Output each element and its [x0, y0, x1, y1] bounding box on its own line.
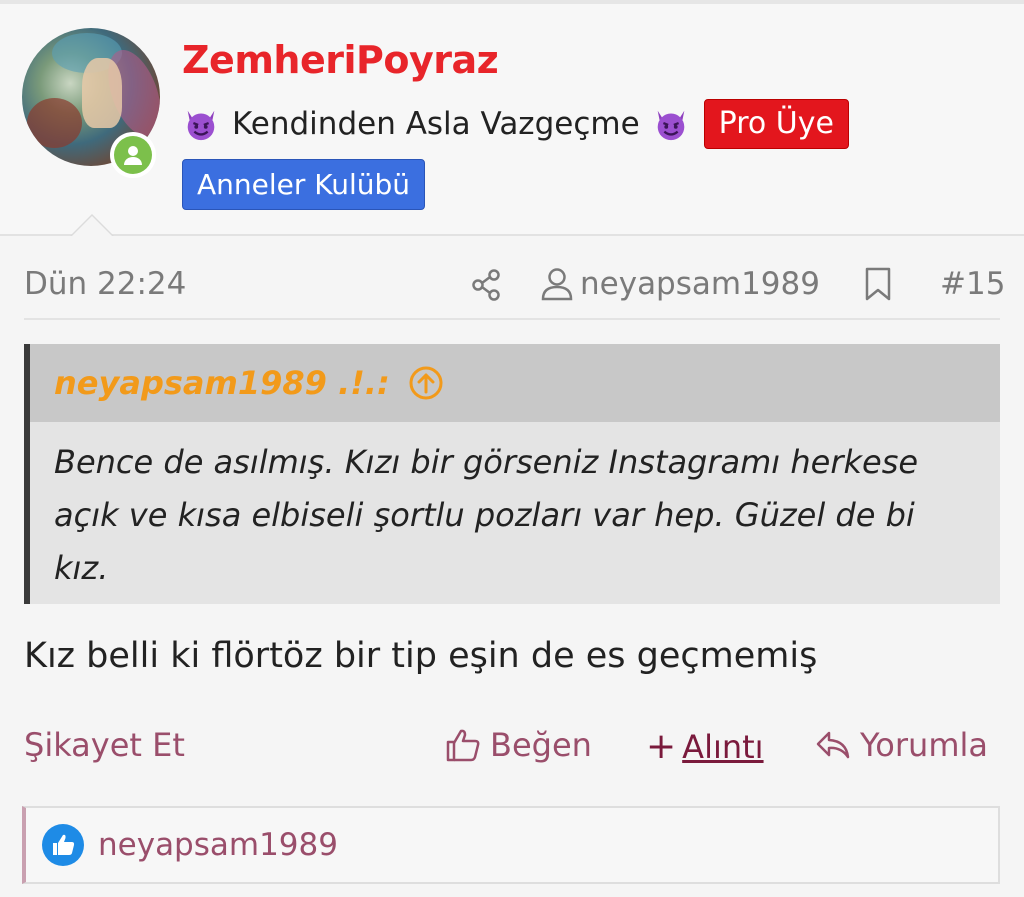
plus-icon: +: [646, 726, 677, 767]
devil-emoji-icon: [657, 110, 684, 141]
reply-icon: [816, 731, 850, 759]
user-icon: [541, 268, 573, 301]
online-status-icon: [110, 132, 156, 178]
thumbs-up-icon: [446, 729, 480, 762]
reactions-bar: neyapsam1989: [22, 806, 1000, 884]
quote-header: neyapsam1989 .!.:: [30, 344, 1000, 422]
post-actions: Şikayet Et Beğen + Alıntı Yorumla: [0, 720, 1024, 776]
user-motto: Kendinden Asla Vazgeçme: [232, 106, 640, 142]
user-title-row: Kendinden Asla Vazgeçme Pro Üye: [182, 96, 849, 152]
reply-button[interactable]: Yorumla: [814, 726, 988, 764]
post-number[interactable]: #15: [940, 266, 1005, 302]
quote-block: neyapsam1989 .!.: Bence de asılmış. Kızı…: [24, 344, 1000, 604]
group-badge: Anneler Kulübü: [182, 159, 426, 210]
arrow-up-circle-icon[interactable]: [408, 365, 444, 401]
report-button[interactable]: Şikayet Et: [24, 726, 185, 764]
post-meta-row: Dün 22:24 neyapsam1989 #15: [0, 258, 1024, 316]
quote-button[interactable]: + Alıntı: [646, 726, 764, 767]
devil-emoji-icon: [187, 110, 215, 141]
user-info-block: ZemheriPoyraz Kendinden Asla Vazgeçme Pr…: [0, 4, 1024, 236]
reaction-user-link[interactable]: neyapsam1989: [98, 827, 338, 863]
quote-author[interactable]: neyapsam1989 .!.:: [54, 364, 390, 402]
thumbs-up-icon: [42, 824, 84, 866]
quote-label: Alıntı: [682, 727, 764, 766]
meta-divider: [24, 318, 1000, 320]
username[interactable]: ZemheriPoyraz: [182, 38, 499, 82]
bookmark-icon[interactable]: [862, 266, 894, 302]
reply-label: Yorumla: [860, 726, 988, 764]
like-label: Beğen: [490, 726, 592, 764]
quote-text: Bence de asılmış. Kızı bir görseniz Inst…: [54, 443, 919, 587]
post-date[interactable]: Dün 22:24: [24, 266, 186, 302]
share-icon[interactable]: [470, 268, 504, 302]
post-user-link[interactable]: neyapsam1989: [580, 266, 820, 302]
like-button[interactable]: Beğen: [444, 726, 592, 764]
pro-member-badge: Pro Üye: [703, 99, 849, 149]
post-body: Kız belli ki flörtöz bir tip eşin de es …: [24, 636, 818, 676]
pointer: [72, 216, 112, 236]
